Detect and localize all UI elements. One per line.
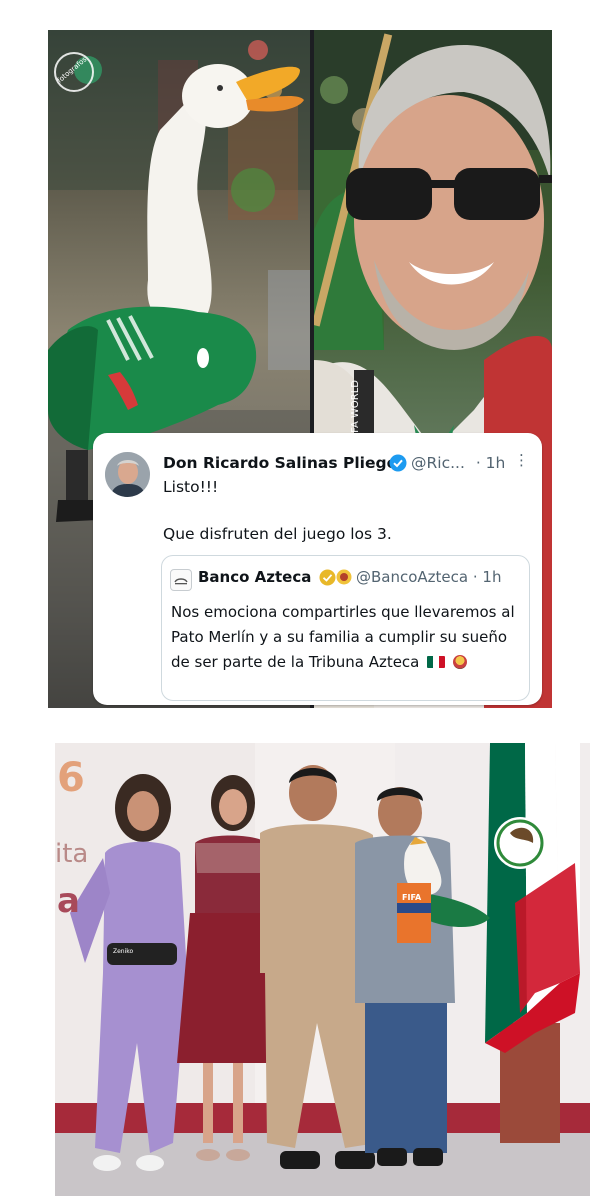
scarf-text: FIFA xyxy=(402,893,422,902)
affiliate-badge-icon xyxy=(336,569,352,585)
tweet-card[interactable]: Don Ricardo Salinas Pliego @Ric... · 1h … xyxy=(93,433,542,705)
gold-verified-badge-icon xyxy=(319,569,336,586)
author-name[interactable]: Don Ricardo Salinas Pliego xyxy=(163,454,397,472)
group-photo: 6 ita a Zeniko FIFA xyxy=(55,743,590,1196)
backdrop-text-1: ita xyxy=(55,839,89,869)
tweet-text-line1: Listo!!! xyxy=(163,478,219,496)
quoted-tweet-text: Nos emociona compartirles que llevaremos… xyxy=(171,600,523,675)
mexico-flag-icon xyxy=(427,656,446,668)
avatar-illustration xyxy=(105,452,150,497)
author-avatar[interactable] xyxy=(105,452,150,497)
quoted-author-handle[interactable]: @BancoAzteca · 1h xyxy=(356,568,501,586)
tweet-text-line2: Que disfruten del juego los 3. xyxy=(163,525,392,543)
backdrop-number: 6 xyxy=(57,755,85,801)
tweet-time[interactable]: · 1h xyxy=(476,454,506,472)
backdrop-text-2: a xyxy=(57,881,80,921)
more-options-icon[interactable]: ⋮ xyxy=(514,451,529,469)
bank-logo-icon xyxy=(170,569,192,591)
verified-badge-icon xyxy=(389,454,407,472)
quoted-author-name[interactable]: Banco Azteca xyxy=(198,568,311,586)
group-photo-illustration xyxy=(55,743,590,1196)
quoted-tweet[interactable]: Banco Azteca @BancoAzteca · 1h Nos emoci… xyxy=(161,555,530,701)
author-handle[interactable]: @Ric... · 1h xyxy=(411,454,505,472)
emoji-icon xyxy=(452,655,467,669)
bag-text: Zeniko xyxy=(113,948,134,955)
author-handle-text: @Ric... xyxy=(411,454,465,472)
